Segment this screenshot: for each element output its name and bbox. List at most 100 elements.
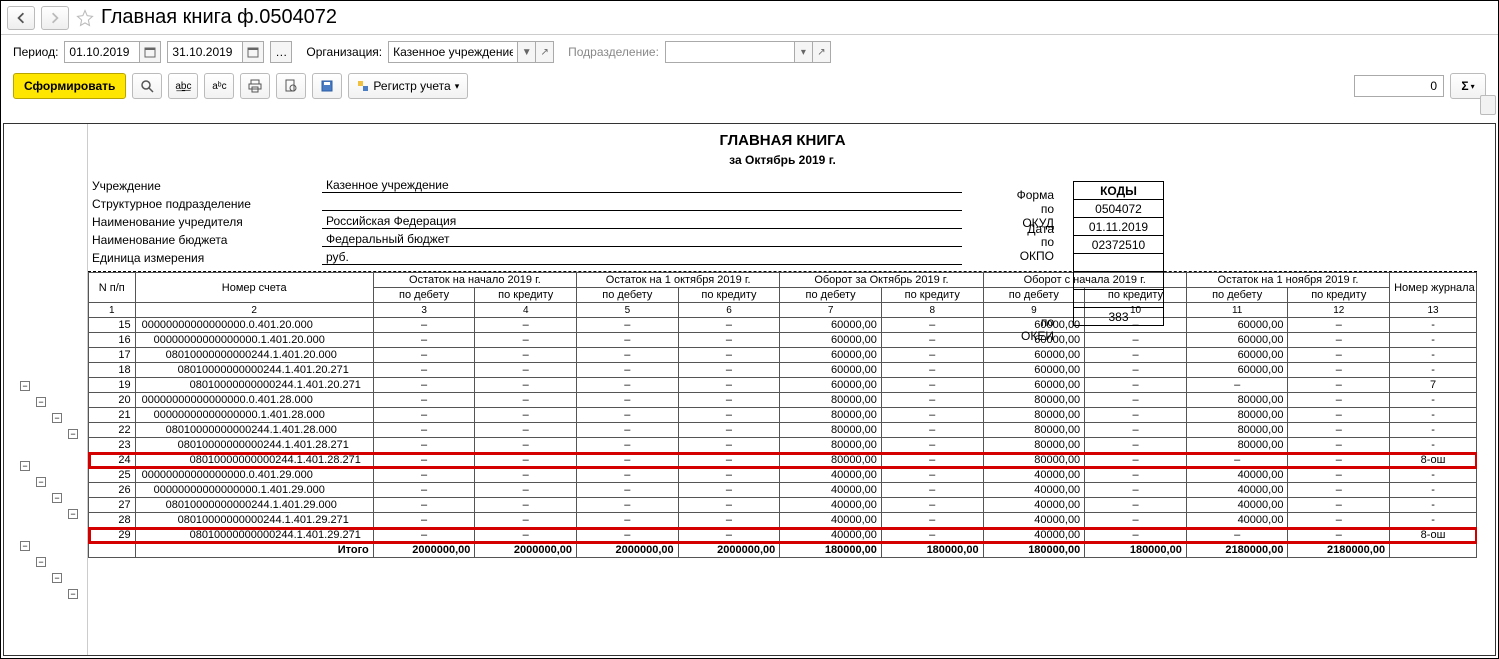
registry-label: Регистр учета bbox=[373, 79, 450, 93]
table-row[interactable]: 2000000000000000000.0.401.28.000––––8000… bbox=[89, 393, 1477, 408]
tree-toggle[interactable]: − bbox=[36, 477, 46, 487]
cell-npp: 15 bbox=[89, 318, 136, 333]
cell-npp: 29 bbox=[89, 528, 136, 543]
tree-toggle[interactable]: − bbox=[68, 509, 78, 519]
col-account: Номер счета bbox=[135, 273, 373, 303]
favorite-star-icon[interactable] bbox=[75, 8, 95, 28]
generate-button[interactable]: Сформировать bbox=[13, 73, 126, 99]
dept-open-icon[interactable]: ↗ bbox=[813, 41, 831, 63]
org-dropdown-icon[interactable]: ▼ bbox=[518, 41, 536, 63]
tree-toggle[interactable]: − bbox=[52, 413, 62, 423]
date-to-calendar-icon[interactable] bbox=[242, 41, 264, 63]
collapse-all-button[interactable]: aᵇc bbox=[204, 73, 234, 99]
tree-toggle[interactable]: − bbox=[52, 573, 62, 583]
colnum: 12 bbox=[1288, 303, 1390, 318]
date-to-input[interactable] bbox=[167, 41, 242, 63]
code-value bbox=[1074, 272, 1164, 290]
col-turn-oct: Оборот за Октябрь 2019 г. bbox=[780, 273, 983, 288]
unit-value: руб. bbox=[322, 250, 962, 265]
dept-dropdown-icon[interactable]: ▾ bbox=[795, 41, 813, 63]
cell-journal: - bbox=[1390, 423, 1477, 438]
code-label: по ОКЕИ bbox=[1017, 319, 1054, 339]
cell-journal: 8-ош bbox=[1390, 453, 1477, 468]
nav-back-button[interactable] bbox=[7, 6, 35, 30]
code-label: по ОКПО bbox=[1017, 239, 1054, 259]
colnum: 5 bbox=[577, 303, 679, 318]
cell-account: 00000000000000000.0.401.28.000 bbox=[135, 393, 373, 408]
dept-input[interactable] bbox=[665, 41, 795, 63]
table-row[interactable]: 1808010000000000244.1.401.20.271––––6000… bbox=[89, 363, 1477, 378]
codes-header: КОДЫ bbox=[1074, 182, 1164, 200]
cell-journal: 8-ош bbox=[1390, 528, 1477, 543]
preview-button[interactable] bbox=[276, 73, 306, 99]
cell-npp: 23 bbox=[89, 438, 136, 453]
table-row[interactable]: 2208010000000000244.1.401.28.000––––8000… bbox=[89, 423, 1477, 438]
code-value bbox=[1074, 290, 1164, 308]
org-open-icon[interactable]: ↗ bbox=[536, 41, 554, 63]
cell-journal: - bbox=[1390, 363, 1477, 378]
tree-toggle[interactable]: − bbox=[20, 461, 30, 471]
colnum: 1 bbox=[89, 303, 136, 318]
period-more-button[interactable]: … bbox=[270, 41, 292, 63]
col-journal: Номер журнала операций bbox=[1390, 273, 1477, 303]
tree-gutter: −−−−−−−−−−−− bbox=[14, 124, 88, 655]
table-row[interactable]: 2308010000000000244.1.401.28.271––––8000… bbox=[89, 438, 1477, 453]
cell-journal: - bbox=[1390, 483, 1477, 498]
registry-dropdown[interactable]: Регистр учета ▾ bbox=[348, 73, 468, 99]
cell-account: 08010000000000244.1.401.28.000 bbox=[135, 423, 373, 438]
tree-toggle[interactable]: − bbox=[20, 541, 30, 551]
numeric-input[interactable] bbox=[1354, 75, 1444, 97]
table-row[interactable]: 2808010000000000244.1.401.29.271––––4000… bbox=[89, 513, 1477, 528]
table-row[interactable]: 2408010000000000244.1.401.28.271––––8000… bbox=[89, 453, 1477, 468]
inst-label: Учреждение bbox=[92, 179, 322, 193]
table-row[interactable]: 2908010000000000244.1.401.29.271––––4000… bbox=[89, 528, 1477, 543]
cell-account: 08010000000000244.1.401.28.271 bbox=[135, 453, 373, 468]
tree-toggle[interactable]: − bbox=[68, 589, 78, 599]
cell-npp: 19 bbox=[89, 378, 136, 393]
table-row[interactable]: 1500000000000000000.0.401.20.000––––6000… bbox=[89, 318, 1477, 333]
cell-account: 08010000000000244.1.401.20.000 bbox=[135, 348, 373, 363]
nav-forward-button[interactable] bbox=[41, 6, 69, 30]
colnum: 2 bbox=[135, 303, 373, 318]
ledger-table: N п/п Номер счета Остаток на начало 2019… bbox=[88, 272, 1477, 558]
cell-account: 00000000000000000.1.401.20.000 bbox=[135, 333, 373, 348]
code-value: 01.11.2019 bbox=[1074, 218, 1164, 236]
cell-account: 08010000000000244.1.401.29.000 bbox=[135, 498, 373, 513]
side-panel-toggle[interactable] bbox=[1480, 95, 1496, 115]
unit-label: Единица измерения bbox=[92, 251, 322, 265]
cell-npp: 25 bbox=[89, 468, 136, 483]
cell-account: 08010000000000244.1.401.20.271 bbox=[135, 378, 373, 393]
print-button[interactable] bbox=[240, 73, 270, 99]
tree-toggle[interactable]: − bbox=[36, 397, 46, 407]
table-row[interactable]: 1600000000000000000.1.401.20.000––––6000… bbox=[89, 333, 1477, 348]
save-button[interactable] bbox=[312, 73, 342, 99]
period-label: Период: bbox=[13, 45, 58, 59]
colnum: 6 bbox=[678, 303, 780, 318]
table-row[interactable]: 2708010000000000244.1.401.29.000––––4000… bbox=[89, 498, 1477, 513]
tree-toggle[interactable]: − bbox=[20, 381, 30, 391]
inst-value: Казенное учреждение bbox=[322, 178, 962, 193]
expand-all-button[interactable]: a͟b͟c bbox=[168, 73, 198, 99]
date-from-input[interactable] bbox=[64, 41, 139, 63]
org-input[interactable] bbox=[388, 41, 518, 63]
cell-account: 00000000000000000.1.401.28.000 bbox=[135, 408, 373, 423]
find-button[interactable] bbox=[132, 73, 162, 99]
date-from-calendar-icon[interactable] bbox=[139, 41, 161, 63]
tree-toggle[interactable]: − bbox=[52, 493, 62, 503]
cell-journal: - bbox=[1390, 348, 1477, 363]
table-row[interactable]: 1908010000000000244.1.401.20.271––––6000… bbox=[89, 378, 1477, 393]
cell-account: 08010000000000244.1.401.20.271 bbox=[135, 363, 373, 378]
cell-account: 08010000000000244.1.401.29.271 bbox=[135, 528, 373, 543]
cell-npp: 20 bbox=[89, 393, 136, 408]
tree-toggle[interactable]: − bbox=[68, 429, 78, 439]
colnum: 8 bbox=[881, 303, 983, 318]
table-row[interactable]: 1708010000000000244.1.401.20.000––––6000… bbox=[89, 348, 1477, 363]
cell-journal: - bbox=[1390, 318, 1477, 333]
cell-account: 00000000000000000.1.401.29.000 bbox=[135, 483, 373, 498]
colnum: 3 bbox=[373, 303, 475, 318]
cell-npp: 21 bbox=[89, 408, 136, 423]
table-row[interactable]: 2500000000000000000.0.401.29.000––––4000… bbox=[89, 468, 1477, 483]
table-row[interactable]: 2600000000000000000.1.401.29.000––––4000… bbox=[89, 483, 1477, 498]
table-row[interactable]: 2100000000000000000.1.401.28.000––––8000… bbox=[89, 408, 1477, 423]
tree-toggle[interactable]: − bbox=[36, 557, 46, 567]
